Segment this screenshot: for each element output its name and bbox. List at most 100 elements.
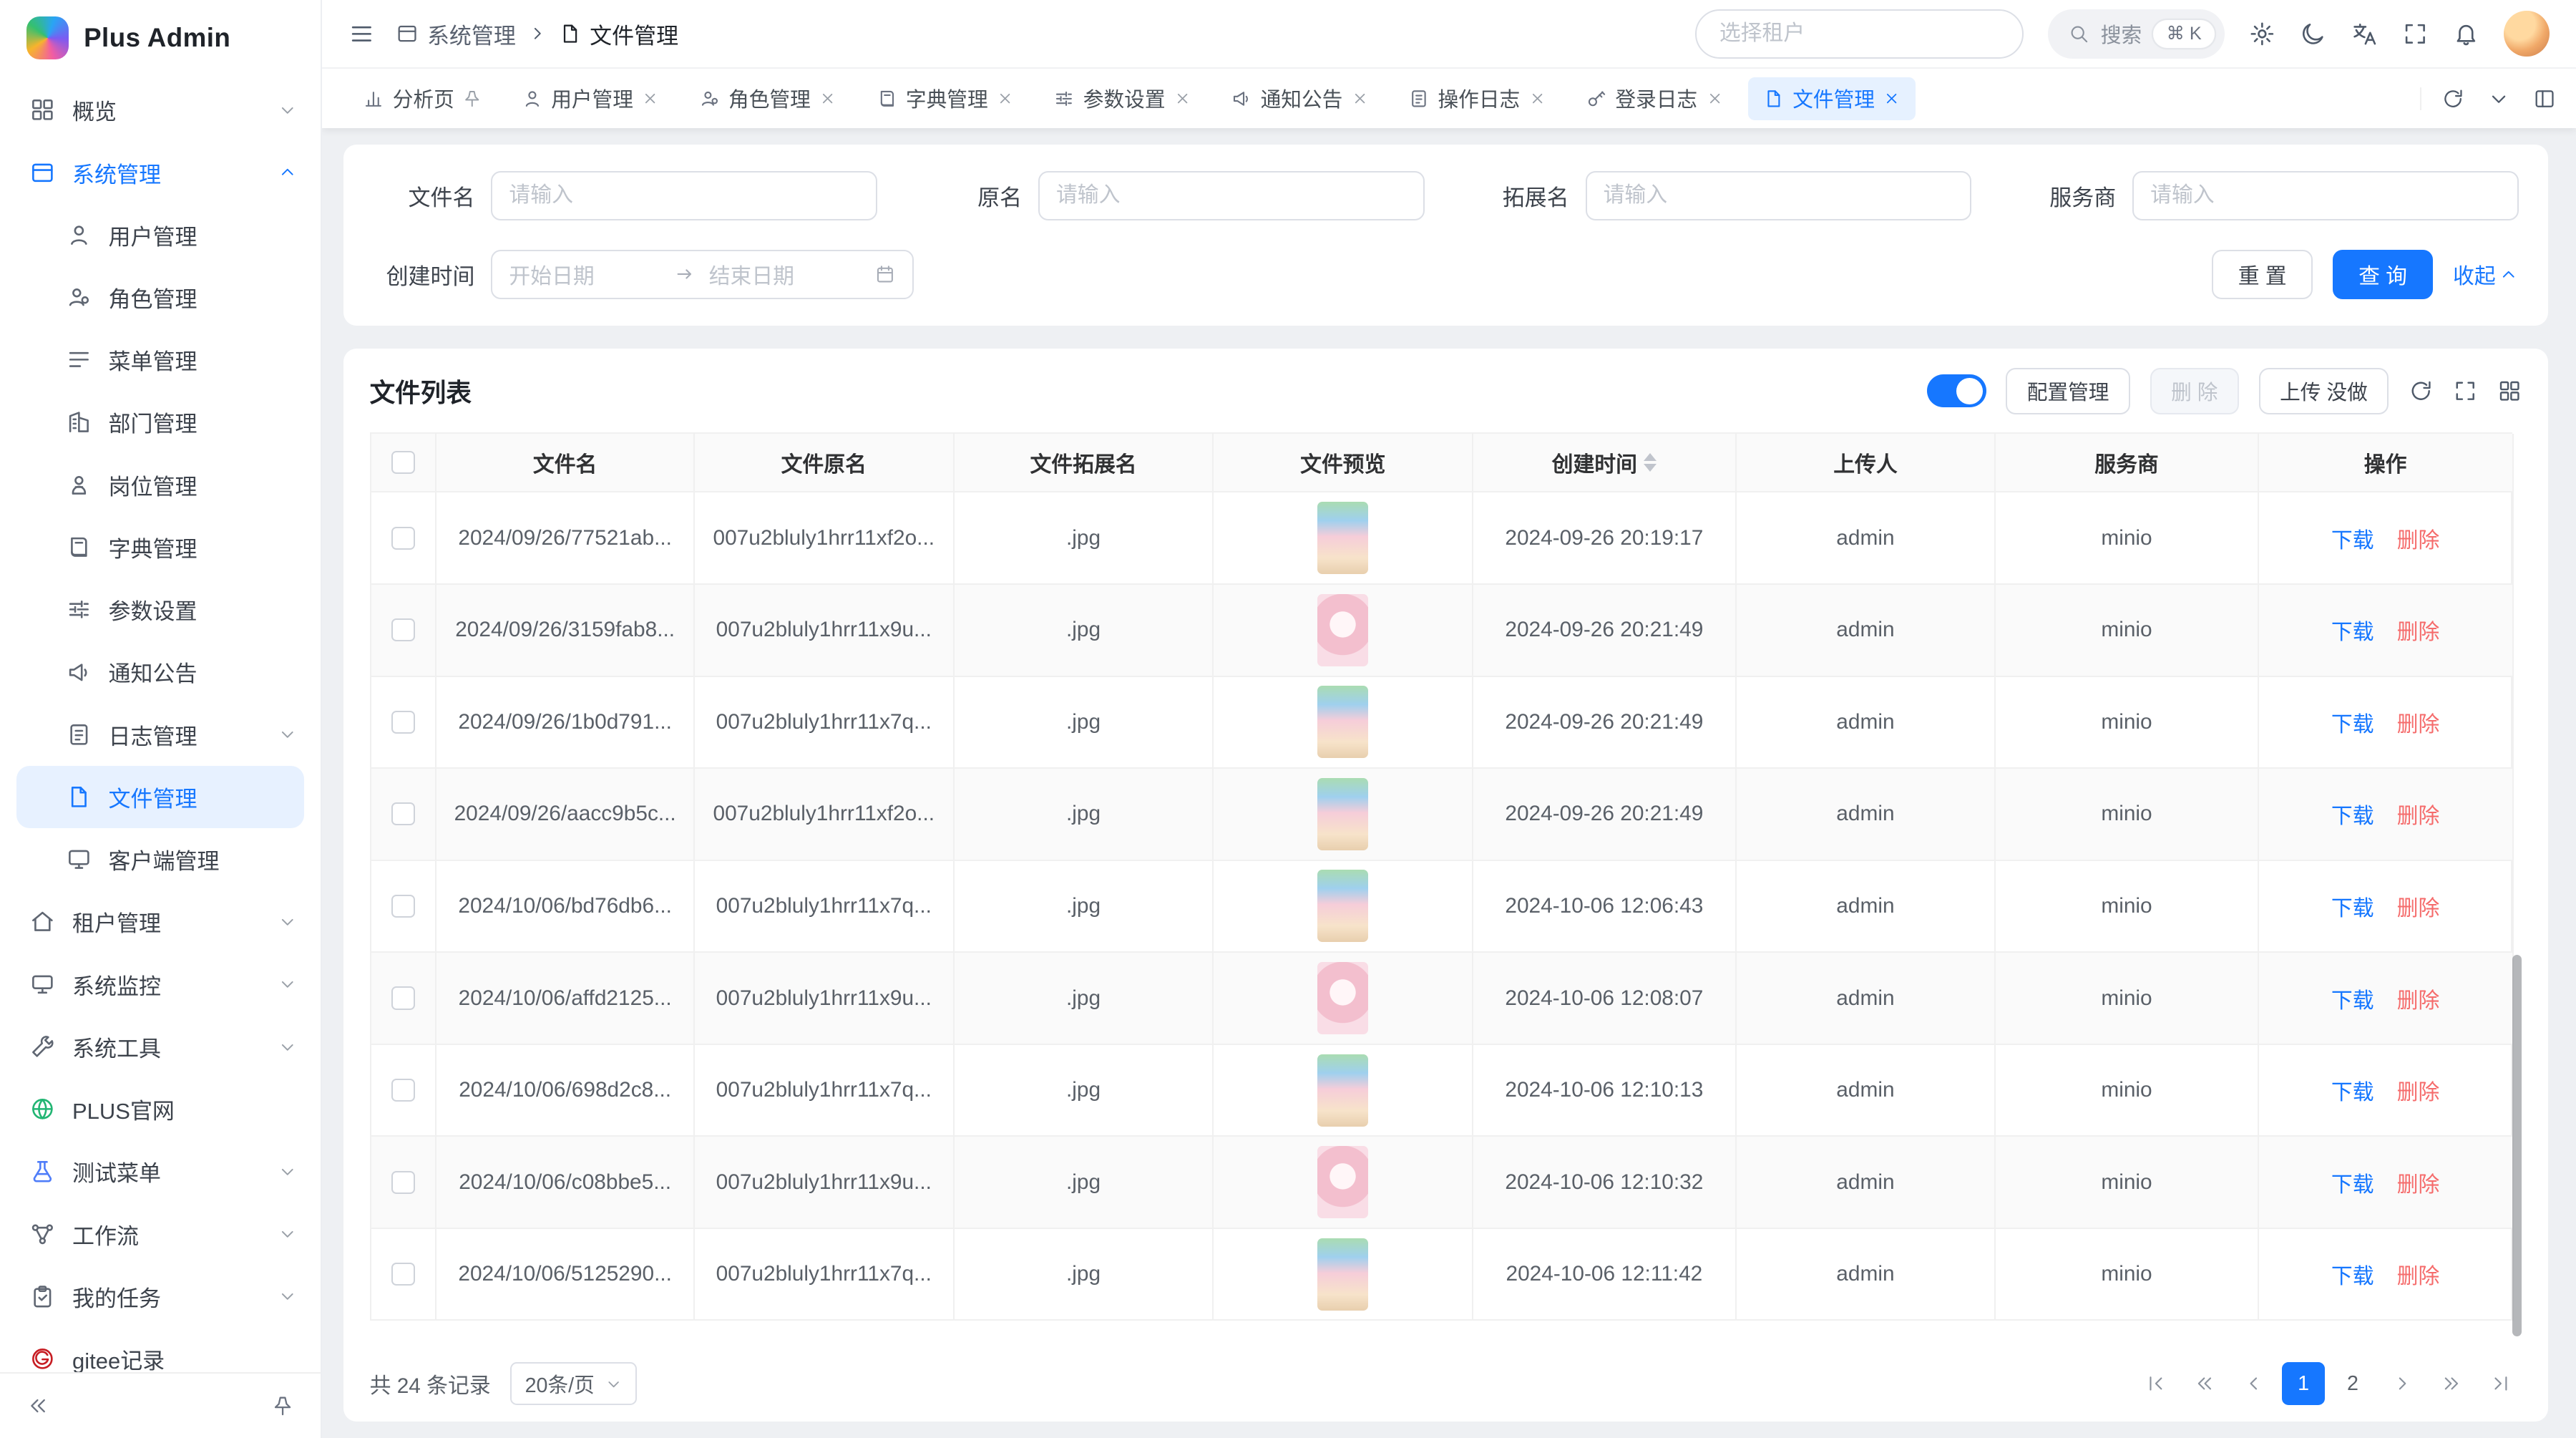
sidebar-item-dicts[interactable]: 字典管理 [0, 516, 321, 578]
sidebar-item-plus-site[interactable]: PLUS官网 [0, 1078, 321, 1140]
global-search[interactable]: 搜索 ⌘ K [2048, 9, 2224, 59]
delete-link[interactable]: 删除 [2397, 1258, 2440, 1290]
file-preview-image[interactable] [1317, 594, 1368, 666]
row-checkbox[interactable] [391, 1263, 414, 1286]
prev-pages-button[interactable] [2184, 1362, 2227, 1405]
ext-name-input[interactable] [1586, 171, 1972, 220]
tab-notices[interactable]: 通知公告 [1216, 77, 1384, 120]
sidebar-item-menus[interactable]: 菜单管理 [0, 329, 321, 391]
file-preview-image[interactable] [1317, 1146, 1368, 1218]
tab-dicts[interactable]: 字典管理 [862, 77, 1029, 120]
tab-files[interactable]: 文件管理 [1748, 77, 1916, 120]
page-button-1[interactable]: 1 [2282, 1362, 2325, 1405]
sort-desc-icon[interactable] [1644, 464, 1657, 472]
delete-button[interactable]: 删 除 [2150, 368, 2239, 414]
settings-gear-icon[interactable] [2249, 21, 2275, 47]
column-header-3[interactable]: 文件预览 [1214, 434, 1473, 493]
sidebar-item-posts[interactable]: 岗位管理 [0, 454, 321, 516]
file-preview-image[interactable] [1317, 686, 1368, 758]
row-checkbox[interactable] [391, 802, 414, 825]
tab-login-log[interactable]: 登录日志 [1571, 77, 1738, 120]
fullscreen-icon[interactable] [2402, 21, 2429, 47]
chevron-down-icon[interactable] [2487, 87, 2510, 110]
file-preview-image[interactable] [1317, 962, 1368, 1034]
next-page-button[interactable] [2381, 1362, 2424, 1405]
sidebar-item-roles[interactable]: 角色管理 [0, 266, 321, 329]
next-pages-button[interactable] [2430, 1362, 2473, 1405]
tenant-select-input[interactable] [1695, 9, 2024, 59]
download-link[interactable]: 下载 [2331, 1167, 2374, 1198]
page-button-2[interactable]: 2 [2331, 1362, 2374, 1405]
download-link[interactable]: 下载 [2331, 1074, 2374, 1106]
refresh-icon[interactable] [2409, 379, 2433, 403]
search-button[interactable]: 查 询 [2333, 250, 2434, 299]
breadcrumb-item-system[interactable]: 系统管理 [396, 18, 516, 50]
date-range-picker[interactable]: 开始日期 结束日期 [491, 250, 913, 299]
tab-users[interactable]: 用户管理 [507, 77, 674, 120]
sidebar-item-files[interactable]: 文件管理 [16, 766, 304, 828]
row-checkbox[interactable] [391, 1079, 414, 1102]
delete-link[interactable]: 删除 [2397, 706, 2440, 738]
sidebar-item-notices[interactable]: 通知公告 [0, 641, 321, 703]
file-preview-image[interactable] [1317, 870, 1368, 942]
reset-button[interactable]: 重 置 [2212, 250, 2313, 299]
page-size-select[interactable]: 20条/页 [510, 1362, 637, 1405]
file-preview-image[interactable] [1317, 1054, 1368, 1127]
first-page-button[interactable] [2135, 1362, 2177, 1405]
translate-icon[interactable] [2351, 21, 2378, 47]
row-checkbox[interactable] [391, 895, 414, 918]
file-name-input[interactable] [491, 171, 877, 220]
delete-link[interactable]: 删除 [2397, 1167, 2440, 1198]
close-tab-icon[interactable] [1883, 89, 1901, 107]
tab-params[interactable]: 参数设置 [1039, 77, 1206, 120]
user-avatar[interactable] [2504, 11, 2550, 57]
sidebar-item-my-tasks[interactable]: 我的任务 [0, 1265, 321, 1328]
prev-page-button[interactable] [2233, 1362, 2275, 1405]
sidebar-item-test-menu[interactable]: 测试菜单 [0, 1140, 321, 1203]
close-tab-icon[interactable] [819, 89, 836, 107]
sidebar-item-monitor[interactable]: 系统监控 [0, 953, 321, 1015]
sidebar-item-depts[interactable]: 部门管理 [0, 391, 321, 453]
delete-link[interactable]: 删除 [2397, 890, 2440, 922]
file-preview-image[interactable] [1317, 778, 1368, 850]
config-toggle[interactable] [1927, 374, 1986, 407]
row-checkbox[interactable] [391, 618, 414, 641]
sidebar-item-params[interactable]: 参数设置 [0, 578, 321, 641]
sort-asc-icon[interactable] [1644, 453, 1657, 461]
column-header-5[interactable]: 上传人 [1737, 434, 1996, 493]
sidebar-item-logs[interactable]: 日志管理 [0, 704, 321, 766]
sort-icons[interactable] [1644, 453, 1657, 472]
sidebar-item-users[interactable]: 用户管理 [0, 204, 321, 266]
delete-link[interactable]: 删除 [2397, 798, 2440, 830]
notification-bell-icon[interactable] [2453, 21, 2479, 47]
column-header-1[interactable]: 文件原名 [695, 434, 955, 493]
sidebar-item-clients[interactable]: 客户端管理 [0, 828, 321, 890]
tab-op-log[interactable]: 操作日志 [1394, 77, 1561, 120]
row-checkbox[interactable] [391, 1171, 414, 1194]
file-preview-image[interactable] [1317, 502, 1368, 574]
dark-mode-moon-icon[interactable] [2300, 21, 2326, 47]
row-checkbox[interactable] [391, 711, 414, 734]
layout-columns-icon[interactable] [2533, 87, 2556, 110]
file-preview-image[interactable] [1317, 1238, 1368, 1311]
sidebar-item-workflow[interactable]: 工作流 [0, 1203, 321, 1265]
column-header-0[interactable]: 文件名 [436, 434, 694, 493]
download-link[interactable]: 下载 [2331, 523, 2374, 554]
pin-sidebar-icon[interactable] [271, 1394, 294, 1417]
column-header-4[interactable]: 创建时间 [1473, 434, 1736, 493]
upload-button[interactable]: 上传 没做 [2259, 368, 2389, 414]
pin-icon[interactable] [462, 89, 482, 109]
select-all-checkbox[interactable] [391, 451, 414, 474]
collapse-sidebar-icon[interactable] [26, 1394, 49, 1417]
row-checkbox[interactable] [391, 527, 414, 550]
provider-input[interactable] [2132, 171, 2519, 220]
delete-link[interactable]: 删除 [2397, 983, 2440, 1014]
last-page-button[interactable] [2479, 1362, 2522, 1405]
vertical-scrollbar[interactable] [2512, 955, 2522, 1336]
table-fullscreen-icon[interactable] [2453, 379, 2477, 403]
delete-link[interactable]: 删除 [2397, 614, 2440, 646]
download-link[interactable]: 下载 [2331, 614, 2374, 646]
delete-link[interactable]: 删除 [2397, 523, 2440, 554]
close-tab-icon[interactable] [1528, 89, 1546, 107]
tab-roles[interactable]: 角色管理 [684, 77, 852, 120]
